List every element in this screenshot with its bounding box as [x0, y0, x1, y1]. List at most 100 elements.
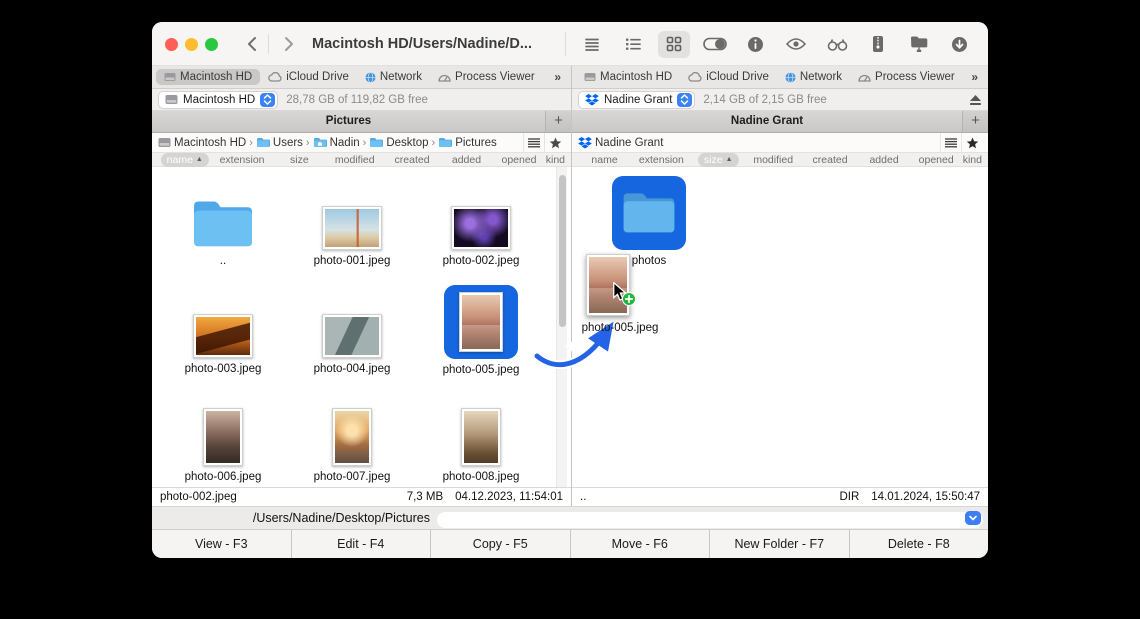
new-tab-button[interactable]: +: [962, 111, 988, 132]
folder-icon: [369, 137, 383, 148]
breadcrumb-users[interactable]: Users: [256, 137, 303, 149]
current-path-label: /Users/Nadine/Desktop/Pictures: [152, 511, 430, 525]
archive-zip-icon[interactable]: [862, 31, 894, 58]
info-icon[interactable]: [740, 31, 772, 58]
column-opened[interactable]: opened: [910, 154, 963, 166]
drive-selector[interactable]: Nadine Grant: [578, 91, 695, 109]
toolbar: [570, 22, 982, 66]
drive-icon: [158, 137, 171, 148]
path-menu-icon[interactable]: [523, 133, 544, 153]
photo-thumbnail: [332, 408, 372, 466]
drive-selector[interactable]: Macintosh HD: [158, 91, 278, 109]
copy-f5-button[interactable]: Copy - F5: [431, 530, 571, 558]
file-photo-007[interactable]: photo-007.jpeg: [297, 388, 407, 492]
right-status-bar: .. DIR 14.01.2024, 15:50:47: [572, 487, 988, 506]
tab-macintosh-hd[interactable]: Macintosh HD: [156, 69, 260, 85]
breadcrumb-tools: [940, 133, 982, 153]
tab-macintosh-hd[interactable]: Macintosh HD: [576, 69, 680, 85]
breadcrumb-nadine-grant[interactable]: Nadine Grant: [578, 137, 663, 149]
column-added[interactable]: added: [441, 154, 493, 166]
column-extension[interactable]: extension: [631, 154, 692, 166]
view-f3-button[interactable]: View - F3: [152, 530, 292, 558]
drive-stepper-icon[interactable]: [677, 93, 692, 107]
favorite-star-icon[interactable]: [544, 133, 565, 153]
file-photo-001[interactable]: photo-001.jpeg: [297, 172, 407, 276]
left-column-headers: name▲ extension size modified created ad…: [152, 153, 571, 167]
column-name[interactable]: name: [578, 154, 631, 166]
tab-process-viewer[interactable]: Process Viewer: [850, 69, 963, 85]
column-name[interactable]: name▲: [158, 153, 211, 167]
path-menu-icon[interactable]: [940, 133, 961, 153]
pane-divider[interactable]: [571, 66, 572, 506]
column-modified[interactable]: modified: [326, 154, 383, 166]
drive-stepper-icon[interactable]: [260, 93, 275, 107]
file-photo-005-selected[interactable]: photo-005.jpeg: [426, 277, 536, 387]
command-input[interactable]: [437, 512, 983, 528]
forward-button[interactable]: [278, 33, 300, 55]
file-photo-006[interactable]: photo-006.jpeg: [168, 388, 278, 492]
tab-overflow-button[interactable]: »: [965, 70, 984, 84]
column-kind[interactable]: kind: [963, 154, 982, 166]
dragged-file-photo-005[interactable]: photo-005.jpeg: [586, 254, 646, 316]
nav-divider: [268, 34, 269, 54]
network-folder-icon[interactable]: [903, 31, 935, 58]
copy-plus-badge: [622, 292, 636, 306]
status-file-size: 7,3 MB: [407, 491, 443, 503]
panel-toggle-icon[interactable]: [699, 31, 731, 58]
scrollbar-thumb[interactable]: [559, 175, 566, 327]
close-window-button[interactable]: [165, 38, 178, 51]
breadcrumb-separator: ›: [306, 137, 310, 149]
tab-network[interactable]: Network: [357, 69, 430, 85]
column-modified[interactable]: modified: [745, 154, 802, 166]
file-photo-002[interactable]: photo-002.jpeg: [426, 172, 536, 276]
right-pane-title-bar: Nadine Grant +: [572, 111, 988, 133]
back-button[interactable]: [240, 33, 262, 55]
zoom-window-button[interactable]: [205, 38, 218, 51]
column-opened[interactable]: opened: [492, 154, 545, 166]
new-folder-f7-button[interactable]: New Folder - F7: [710, 530, 850, 558]
eject-icon[interactable]: [969, 94, 982, 106]
quick-look-eye-icon[interactable]: [780, 31, 812, 58]
breadcrumb-desktop[interactable]: Desktop: [369, 137, 428, 149]
delete-f8-button[interactable]: Delete - F8: [850, 530, 989, 558]
column-size[interactable]: size▲: [692, 153, 745, 167]
file-photo-004[interactable]: photo-004.jpeg: [297, 280, 407, 384]
tab-label: Network: [380, 71, 422, 83]
downloads-icon[interactable]: [944, 31, 976, 58]
column-added[interactable]: added: [858, 154, 909, 166]
status-file-name: photo-002.jpeg: [160, 491, 407, 503]
tab-icloud-drive[interactable]: iCloud Drive: [260, 69, 357, 85]
minimize-window-button[interactable]: [185, 38, 198, 51]
drive-icon: [584, 72, 596, 82]
breadcrumb-pictures[interactable]: Pictures: [438, 137, 497, 149]
command-history-dropdown-icon[interactable]: [965, 511, 981, 525]
column-size[interactable]: size: [273, 154, 326, 166]
search-binoculars-icon[interactable]: [821, 31, 853, 58]
photo-thumbnail: [193, 314, 253, 358]
tab-process-viewer[interactable]: Process Viewer: [430, 69, 543, 85]
grid-view-icon[interactable]: [658, 31, 690, 58]
file-photo-008[interactable]: photo-008.jpeg: [426, 388, 536, 492]
column-created[interactable]: created: [383, 154, 440, 166]
list-view-icon[interactable]: [617, 31, 649, 58]
column-extension[interactable]: extension: [211, 154, 272, 166]
tab-network[interactable]: Network: [777, 69, 850, 85]
breadcrumb-macintosh-hd[interactable]: Macintosh HD: [158, 137, 246, 149]
file-photo-003[interactable]: photo-003.jpeg: [168, 280, 278, 384]
file-parent-folder[interactable]: ..: [168, 172, 278, 276]
tab-label: Macintosh HD: [600, 71, 672, 83]
photo-thumbnail: [203, 408, 243, 466]
tab-overflow-button[interactable]: »: [548, 70, 567, 84]
column-kind[interactable]: kind: [546, 154, 565, 166]
gauge-icon: [858, 73, 871, 82]
globe-icon: [365, 72, 376, 83]
breadcrumb-nadine[interactable]: Nadin: [313, 137, 360, 149]
menu-icon[interactable]: [576, 31, 608, 58]
folder-icon: [191, 198, 255, 250]
favorite-star-icon[interactable]: [961, 133, 982, 153]
tab-icloud-drive[interactable]: iCloud Drive: [680, 69, 777, 85]
move-f6-button[interactable]: Move - F6: [571, 530, 711, 558]
column-created[interactable]: created: [802, 154, 859, 166]
edit-f4-button[interactable]: Edit - F4: [292, 530, 432, 558]
new-tab-button[interactable]: +: [545, 111, 571, 132]
